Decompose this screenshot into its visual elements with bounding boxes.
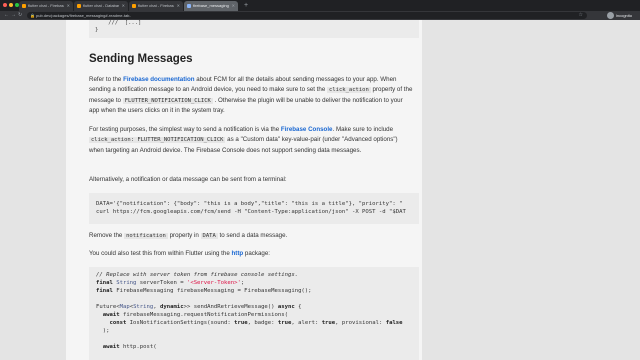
window-controls <box>3 3 19 7</box>
http-package-link[interactable]: http <box>232 250 244 257</box>
browser-tab[interactable]: flutter chat - Firebase - Cloud ✕ <box>129 1 183 11</box>
code-line: final FirebaseMessaging firebaseMessagin… <box>96 288 312 294</box>
paragraph-fcm: Refer to the Firebase documentation abou… <box>89 76 413 115</box>
firebase-documentation-link[interactable]: Firebase documentation <box>123 76 195 83</box>
paragraph-http: You could also test this from within Flu… <box>89 250 271 257</box>
browser-tab-active[interactable]: firebase_messaging | Flutter Package ✕ <box>184 1 238 11</box>
code-line: await http.post( <box>96 344 157 350</box>
close-window-button[interactable] <box>3 3 7 7</box>
inline-code: notification <box>124 233 168 239</box>
code-comment: // Replace with server token from fireba… <box>96 272 299 278</box>
code-line: const IosNotificationSettings(sound: tru… <box>96 320 403 326</box>
incognito-icon <box>606 12 614 19</box>
close-icon[interactable]: ✕ <box>122 3 125 8</box>
code-line: await firebaseMessaging.requestNotificat… <box>96 312 288 318</box>
browser-tab[interactable]: flutter chat - Database - Firebase ✕ <box>74 1 128 11</box>
close-icon[interactable]: ✕ <box>67 3 70 8</box>
address-bar[interactable]: 🔒 pub.dev/packages/firebase_messaging#-r… <box>27 12 587 19</box>
tab-title: flutter chat - Database - Firebase <box>83 3 119 8</box>
code-line: Future<Map<String, dynamic>> sendAndRetr… <box>96 304 302 310</box>
code-block-dart: // Replace with server token from fireba… <box>89 267 419 360</box>
code-block-top: /// [...] } <box>89 20 419 38</box>
favicon-icon <box>22 4 26 8</box>
page-margin <box>422 20 640 360</box>
favicon-icon <box>132 4 136 8</box>
close-icon[interactable]: ✕ <box>177 3 180 8</box>
minimize-window-button[interactable] <box>9 3 13 7</box>
address-bar-row: ← → ↻ 🔒 pub.dev/packages/firebase_messag… <box>0 11 640 20</box>
code-line: DATA='{"notification": {"body": "this is… <box>96 201 403 207</box>
tab-title: flutter chat - Firebase - Firestore <box>28 3 64 8</box>
lock-icon: 🔒 <box>30 13 35 18</box>
inline-code: click_action <box>327 87 371 94</box>
code-line: final String serverToken = '<Server-Toke… <box>96 280 245 286</box>
code-line: ); <box>96 328 110 334</box>
forward-icon[interactable]: → <box>11 12 16 19</box>
paragraph-terminal: Alternatively, a notification or data me… <box>89 176 287 183</box>
profile-label: Incognito <box>615 13 632 18</box>
code-line: } <box>95 27 99 33</box>
inline-code: FLUTTER_NOTIFICATION_CLICK <box>122 97 213 104</box>
readme-content: /// [...] } Sending Messages Refer to th… <box>66 20 422 360</box>
section-heading: Sending Messages <box>89 53 193 65</box>
favicon-icon <box>77 4 81 8</box>
url-text: pub.dev/packages/firebase_messaging#-rea… <box>36 13 131 18</box>
browser-tab-bar: flutter chat - Firebase - Firestore ✕ fl… <box>0 0 640 11</box>
paragraph-remove: Remove the notification property in DATA… <box>89 232 288 239</box>
code-line: /// [...] <box>95 20 142 26</box>
tab-title: flutter chat - Firebase - Cloud <box>138 3 174 8</box>
inline-code: click_action: FLUTTER_NOTIFICATION_CLICK <box>89 137 226 144</box>
firebase-console-link[interactable]: Firebase Console <box>281 126 333 133</box>
paragraph-console: For testing purposes, the simplest way t… <box>89 126 398 154</box>
bookmark-star-icon[interactable]: ☆ <box>579 12 583 19</box>
browser-tab[interactable]: flutter chat - Firebase - Firestore ✕ <box>19 1 73 11</box>
reload-icon[interactable]: ↻ <box>18 12 22 19</box>
inline-code: DATA <box>200 233 218 239</box>
new-tab-icon[interactable]: + <box>244 1 248 10</box>
profile-menu[interactable]: Incognito <box>606 12 632 19</box>
favicon-icon <box>187 4 191 8</box>
page-viewport[interactable]: /// [...] } Sending Messages Refer to th… <box>0 20 640 360</box>
code-line: curl https://fcm.googleapis.com/fcm/send… <box>96 209 406 215</box>
code-block-curl: DATA='{"notification": {"body": "this is… <box>89 193 419 224</box>
tab-title: firebase_messaging | Flutter Package <box>193 3 229 8</box>
back-icon[interactable]: ← <box>4 12 9 19</box>
close-icon[interactable]: ✕ <box>232 3 235 8</box>
